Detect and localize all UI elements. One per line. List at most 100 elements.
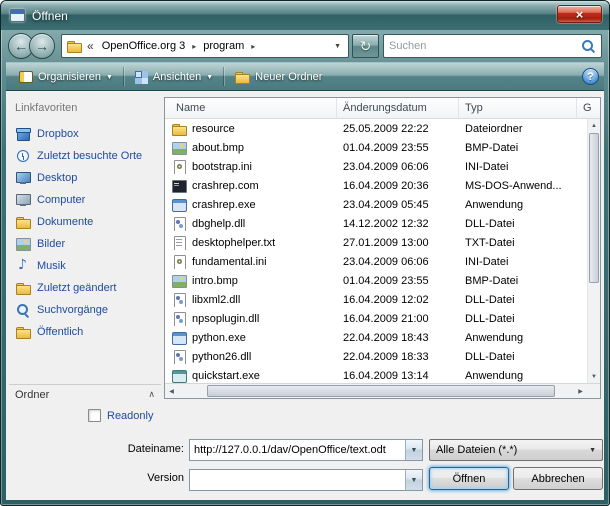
breadcrumb[interactable]: « OpenOffice.org 3 ▸ program ▸ ▼	[61, 34, 349, 58]
sidebar-item[interactable]: Dropbox	[9, 123, 161, 145]
filename-input[interactable]	[190, 444, 405, 456]
navigation-bar: ← → « OpenOffice.org 3 ▸ program ▸ ▼ ↻	[1, 30, 609, 62]
sidebar-item-label: Zuletzt besuchte Orte	[37, 150, 142, 162]
vertical-scrollbar[interactable]: ▲ ▼	[587, 119, 600, 383]
column-header[interactable]: Name	[165, 98, 337, 118]
column-header[interactable]: Typ	[459, 98, 577, 118]
filename-combobox: ▼	[189, 439, 423, 461]
readonly-label: Readonly	[107, 410, 153, 422]
file-row[interactable]: python.exe 22.04.2009 18:43 Anwendung	[165, 328, 587, 347]
file-modified-date: 23.04.2009 05:45	[337, 199, 459, 211]
sidebar-header: Linkfavoriten	[9, 97, 161, 123]
file-name: npsoplugin.dll	[192, 313, 259, 325]
scrollbar-thumb[interactable]	[589, 133, 599, 283]
sidebar-item[interactable]: Zuletzt geändert	[9, 277, 161, 299]
file-modified-date: 23.04.2009 06:06	[337, 161, 459, 173]
organize-button[interactable]: Organisieren ▼	[11, 65, 121, 89]
sidebar-item[interactable]: Suchvorgänge	[9, 299, 161, 321]
dll-icon	[171, 350, 187, 364]
new-folder-label: Neuer Ordner	[255, 71, 322, 83]
file-row[interactable]: bootstrap.ini 23.04.2009 06:06 INI-Datei	[165, 157, 587, 176]
sidebar-item[interactable]: Bilder	[9, 233, 161, 255]
breadcrumb-item[interactable]: OpenOffice.org 3	[99, 40, 189, 52]
open-button[interactable]: Öffnen	[429, 467, 509, 490]
search-icon[interactable]	[581, 39, 596, 54]
version-dropdown-button[interactable]: ▼	[405, 470, 422, 490]
scrollbar-thumb[interactable]	[207, 385, 555, 397]
file-name: dbghelp.dll	[192, 218, 245, 230]
sidebar-item[interactable]: Zuletzt besuchte Orte	[9, 145, 161, 167]
searches-icon	[15, 303, 31, 317]
chevron-down-icon: ▼	[411, 477, 418, 484]
image-icon	[171, 141, 187, 155]
sidebar-item[interactable]: Dokumente	[9, 211, 161, 233]
column-header[interactable]: G	[577, 98, 600, 118]
file-type: Anwendung	[459, 370, 577, 382]
version-input[interactable]	[190, 474, 405, 486]
file-row[interactable]: fundamental.ini 23.04.2009 06:06 INI-Dat…	[165, 252, 587, 271]
file-type: BMP-Datei	[459, 275, 577, 287]
close-icon: ×	[576, 8, 584, 21]
file-row[interactable]: npsoplugin.dll 16.04.2009 21:00 DLL-Date…	[165, 309, 587, 328]
file-modified-date: 16.04.2009 20:36	[337, 180, 459, 192]
sidebar-item[interactable]: Computer	[9, 189, 161, 211]
search-box	[383, 34, 602, 58]
refresh-button[interactable]: ↻	[352, 34, 379, 58]
breadcrumb-dropdown-icon[interactable]: ▼	[331, 43, 344, 50]
sidebar-item[interactable]: Musik	[9, 255, 161, 277]
filename-dropdown-button[interactable]: ▼	[405, 440, 422, 460]
search-input[interactable]	[389, 40, 581, 52]
file-row[interactable]: desktophelper.txt 27.01.2009 13:00 TXT-D…	[165, 233, 587, 252]
column-header[interactable]: Änderungsdatum	[337, 98, 459, 118]
file-row[interactable]: intro.bmp 01.04.2009 23:55 BMP-Datei	[165, 271, 587, 290]
version-combobox[interactable]: ▼	[189, 469, 423, 491]
file-name: about.bmp	[192, 142, 244, 154]
file-row[interactable]: resource 25.05.2009 22:22 Dateiordner	[165, 119, 587, 138]
help-icon: ?	[587, 71, 594, 83]
file-modified-date: 22.04.2009 18:43	[337, 332, 459, 344]
cancel-button[interactable]: Abbrechen	[513, 467, 603, 490]
sidebar-item[interactable]: Desktop	[9, 167, 161, 189]
file-row[interactable]: python26.dll 22.04.2009 18:33 DLL-Datei	[165, 347, 587, 366]
folders-expander[interactable]: Ordner ∧	[9, 384, 161, 401]
scroll-right-icon[interactable]: ▶	[574, 384, 587, 398]
filetype-dropdown[interactable]: Alle Dateien (*.*) ▼	[429, 439, 603, 461]
file-modified-date: 16.04.2009 13:14	[337, 370, 459, 382]
horizontal-scrollbar[interactable]: ◀ ▶	[165, 384, 587, 398]
sidebar-item[interactable]: Öffentlich	[9, 321, 161, 343]
documents-icon	[15, 215, 31, 229]
views-button[interactable]: Ansichten ▼	[126, 65, 221, 89]
scroll-up-icon[interactable]: ▲	[588, 119, 600, 132]
dropbox-icon	[15, 127, 31, 141]
breadcrumb-overflow-icon[interactable]: «	[85, 39, 96, 53]
file-row[interactable]: dbghelp.dll 14.12.2002 12:32 DLL-Datei	[165, 214, 587, 233]
open-file-dialog: Öffnen × ← → « OpenOffice.org 3 ▸ progra…	[0, 0, 610, 506]
toolbar-separator	[123, 67, 124, 86]
breadcrumb-separator-icon[interactable]: ▸	[190, 42, 198, 51]
file-modified-date: 01.04.2009 23:55	[337, 142, 459, 154]
file-row[interactable]: libxml2.dll 16.04.2009 12:02 DLL-Datei	[165, 290, 587, 309]
forward-button[interactable]: →	[29, 33, 55, 59]
file-name: python26.dll	[192, 351, 251, 363]
file-row[interactable]: about.bmp 01.04.2009 23:55 BMP-Datei	[165, 138, 587, 157]
file-type: Anwendung	[459, 199, 577, 211]
scroll-left-icon[interactable]: ◀	[165, 384, 178, 398]
back-icon: ←	[14, 39, 28, 53]
command-toolbar: Organisieren ▼ Ansichten ▼ Neuer Ordner …	[6, 62, 604, 91]
dll-icon	[171, 217, 187, 231]
file-type: DLL-Datei	[459, 313, 577, 325]
breadcrumb-item[interactable]: program	[200, 40, 247, 52]
file-row[interactable]: quickstart.exe 16.04.2009 13:14 Anwendun…	[165, 366, 587, 383]
folder-icon	[66, 39, 82, 53]
file-modified-date: 25.05.2009 22:22	[337, 123, 459, 135]
file-row[interactable]: crashrep.com 16.04.2009 20:36 MS-DOS-Anw…	[165, 176, 587, 195]
file-row[interactable]: crashrep.exe 23.04.2009 05:45 Anwendung	[165, 195, 587, 214]
breadcrumb-separator-icon[interactable]: ▸	[249, 42, 257, 51]
readonly-checkbox[interactable]	[88, 409, 101, 422]
close-button[interactable]: ×	[557, 5, 602, 23]
column-headers: Name Änderungsdatum Typ G	[165, 98, 600, 119]
help-button[interactable]: ?	[582, 68, 599, 85]
new-folder-button[interactable]: Neuer Ordner	[226, 65, 330, 89]
scroll-down-icon[interactable]: ▼	[588, 370, 600, 383]
file-type: Dateiordner	[459, 123, 577, 135]
